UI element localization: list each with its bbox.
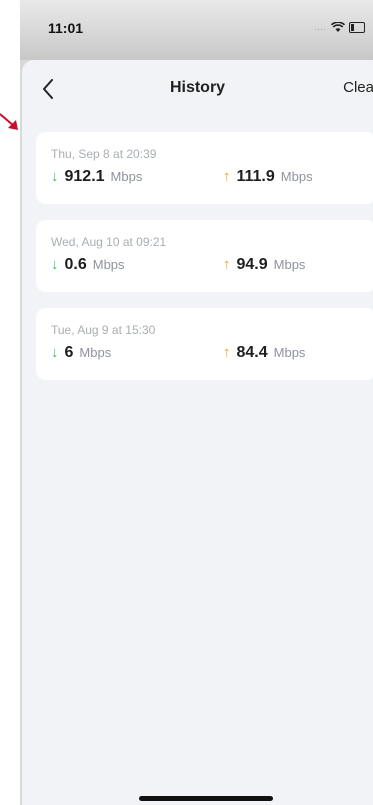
upload-unit: Mbps <box>273 257 306 272</box>
battery-icon <box>349 22 365 33</box>
upload-value: 111.9 <box>236 168 275 185</box>
upload-value: 84.4 <box>236 344 268 361</box>
history-date: Tue, Aug 9 at 15:30 <box>51 323 156 337</box>
download-unit: Mbps <box>110 169 143 184</box>
upload-speed: ↑ 94.9 Mbps <box>223 256 305 274</box>
upload-value: 94.9 <box>236 256 268 273</box>
download-unit: Mbps <box>92 257 125 272</box>
signal-icon: .... <box>314 23 327 32</box>
history-item[interactable]: Tue, Aug 9 at 15:30 ↓ 6 Mbps ↑ 84.4 Mbps <box>36 308 373 380</box>
upload-unit: Mbps <box>273 345 306 360</box>
page: 11:01 .... History Clear Thu, Sep 8 at 2… <box>0 0 373 805</box>
upload-unit: Mbps <box>280 169 313 184</box>
download-value: 0.6 <box>64 256 87 273</box>
upload-speed: ↑ 84.4 Mbps <box>223 344 305 362</box>
arrow-up-icon: ↑ <box>223 256 231 273</box>
download-speed: ↓ 0.6 Mbps <box>51 256 125 274</box>
arrow-up-icon: ↑ <box>223 168 231 185</box>
history-date: Thu, Sep 8 at 20:39 <box>51 147 157 161</box>
download-unit: Mbps <box>79 345 112 360</box>
arrow-down-icon: ↓ <box>51 344 59 361</box>
history-sheet: History Clear Thu, Sep 8 at 20:39 ↓ 912.… <box>22 60 373 805</box>
status-icons: .... <box>314 22 365 33</box>
nav-bar: History Clear <box>22 60 373 116</box>
wifi-icon <box>331 22 345 32</box>
arrow-down-icon: ↓ <box>51 168 59 185</box>
arrow-up-icon: ↑ <box>223 344 231 361</box>
download-value: 912.1 <box>64 168 105 185</box>
home-indicator[interactable] <box>139 796 273 801</box>
history-item[interactable]: Thu, Sep 8 at 20:39 ↓ 912.1 Mbps ↑ 111.9… <box>36 132 373 204</box>
history-item[interactable]: Wed, Aug 10 at 09:21 ↓ 0.6 Mbps ↑ 94.9 M… <box>36 220 373 292</box>
clear-button[interactable]: Clear <box>343 79 373 96</box>
arrow-down-icon: ↓ <box>51 256 59 273</box>
status-time: 11:01 <box>48 20 84 36</box>
history-date: Wed, Aug 10 at 09:21 <box>51 235 167 249</box>
page-title: History <box>169 79 226 96</box>
download-speed: ↓ 6 Mbps <box>51 344 111 362</box>
download-value: 6 <box>64 344 74 361</box>
annotation-arrow-icon <box>0 113 18 130</box>
download-speed: ↓ 912.1 Mbps <box>51 168 142 186</box>
upload-speed: ↑ 111.9 Mbps <box>223 168 313 186</box>
status-bar: 11:01 .... <box>20 0 373 60</box>
